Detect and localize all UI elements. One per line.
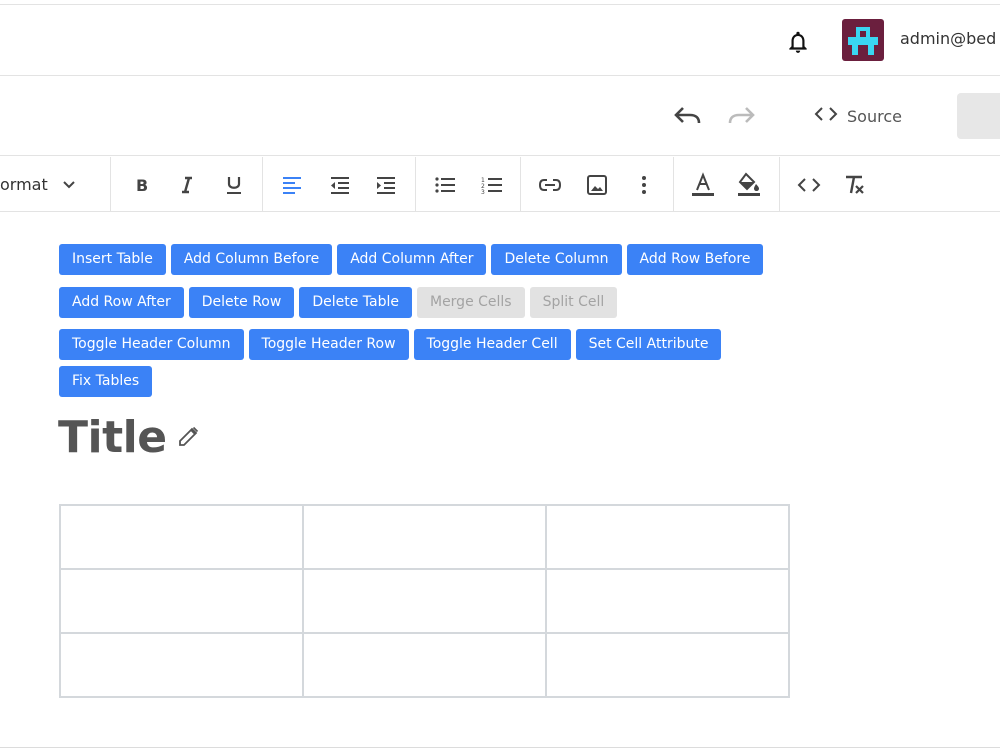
code-icon[interactable] bbox=[795, 171, 823, 199]
table-cell[interactable] bbox=[302, 632, 547, 698]
document-table bbox=[59, 504, 790, 698]
bell-icon[interactable] bbox=[785, 29, 811, 55]
add-row-after-button[interactable]: Add Row After bbox=[59, 287, 184, 318]
fix-tables-button[interactable]: Fix Tables bbox=[59, 366, 153, 397]
bold-icon[interactable]: B bbox=[128, 171, 156, 199]
add-row-before-button[interactable]: Add Row Before bbox=[626, 244, 764, 275]
indent-icon[interactable] bbox=[372, 171, 400, 199]
delete-column-button[interactable]: Delete Column bbox=[491, 244, 622, 275]
add-column-before-button[interactable]: Add Column Before bbox=[170, 244, 333, 275]
table-row bbox=[59, 632, 790, 698]
table-buttons-row-1: Insert Table Add Column Before Add Colum… bbox=[59, 244, 764, 275]
undo-icon[interactable] bbox=[672, 104, 704, 128]
italic-icon[interactable] bbox=[173, 171, 201, 199]
chevron-down-icon bbox=[62, 175, 76, 194]
merge-cells-button[interactable]: Merge Cells bbox=[416, 287, 525, 318]
redo-icon[interactable] bbox=[727, 104, 759, 128]
format-toolbar: ormat B 123 bbox=[0, 157, 1000, 212]
list-group: 123 bbox=[416, 157, 521, 212]
format-dropdown[interactable]: ormat bbox=[0, 175, 76, 194]
clear-format-icon[interactable] bbox=[840, 171, 868, 199]
avatar[interactable] bbox=[842, 19, 884, 61]
table-buttons-row-2: Add Row After Delete Row Delete Table Me… bbox=[59, 287, 618, 318]
format-dropdown-label: ormat bbox=[0, 175, 48, 194]
pencil-icon[interactable] bbox=[177, 424, 201, 452]
alignment-group bbox=[263, 157, 416, 212]
table-cell[interactable] bbox=[302, 568, 547, 634]
svg-text:3: 3 bbox=[481, 189, 485, 195]
table-cell[interactable] bbox=[59, 504, 304, 570]
add-column-after-button[interactable]: Add Column After bbox=[337, 244, 487, 275]
split-cell-button[interactable]: Split Cell bbox=[529, 287, 618, 318]
align-left-icon[interactable] bbox=[278, 171, 306, 199]
action-bar: Source bbox=[0, 76, 1000, 156]
text-style-group: B bbox=[111, 157, 263, 212]
table-cell[interactable] bbox=[545, 632, 790, 698]
user-email[interactable]: admin@bed bbox=[900, 29, 996, 48]
svg-text:B: B bbox=[136, 176, 148, 195]
top-bar: admin@bed bbox=[0, 4, 1000, 76]
table-cell[interactable] bbox=[545, 504, 790, 570]
format-group: ormat bbox=[0, 157, 111, 212]
text-color-icon[interactable] bbox=[689, 171, 717, 199]
table-buttons-row-4: Fix Tables bbox=[59, 366, 153, 397]
save-button[interactable] bbox=[957, 93, 1000, 139]
table-row bbox=[59, 504, 790, 570]
image-icon[interactable] bbox=[583, 171, 611, 199]
code-icon bbox=[814, 106, 838, 126]
outdent-icon[interactable] bbox=[326, 171, 354, 199]
insert-table-button[interactable]: Insert Table bbox=[59, 244, 166, 275]
toggle-header-row-button[interactable]: Toggle Header Row bbox=[248, 329, 409, 360]
toggle-header-cell-button[interactable]: Toggle Header Cell bbox=[413, 329, 571, 360]
delete-row-button[interactable]: Delete Row bbox=[188, 287, 295, 318]
source-label: Source bbox=[847, 106, 902, 126]
delete-table-button[interactable]: Delete Table bbox=[299, 287, 412, 318]
set-cell-attribute-button[interactable]: Set Cell Attribute bbox=[575, 329, 722, 360]
table-buttons-row-3: Toggle Header Column Toggle Header Row T… bbox=[59, 329, 722, 360]
table-cell[interactable] bbox=[59, 568, 304, 634]
table-row bbox=[59, 568, 790, 634]
toggle-header-column-button[interactable]: Toggle Header Column bbox=[59, 329, 244, 360]
underline-icon[interactable] bbox=[220, 171, 248, 199]
bullet-list-icon[interactable] bbox=[431, 171, 459, 199]
color-group bbox=[674, 157, 780, 212]
numbered-list-icon[interactable]: 123 bbox=[478, 171, 506, 199]
table-cell[interactable] bbox=[59, 632, 304, 698]
document-title-area: Title bbox=[58, 412, 201, 463]
document-title[interactable]: Title bbox=[58, 412, 167, 463]
divider bbox=[0, 747, 1000, 748]
source-button[interactable]: Source bbox=[814, 104, 902, 128]
highlight-color-icon[interactable] bbox=[735, 171, 763, 199]
insert-group bbox=[521, 157, 674, 212]
table-cell[interactable] bbox=[545, 568, 790, 634]
more-vertical-icon[interactable] bbox=[630, 171, 658, 199]
table-cell[interactable] bbox=[302, 504, 547, 570]
link-icon[interactable] bbox=[536, 171, 564, 199]
